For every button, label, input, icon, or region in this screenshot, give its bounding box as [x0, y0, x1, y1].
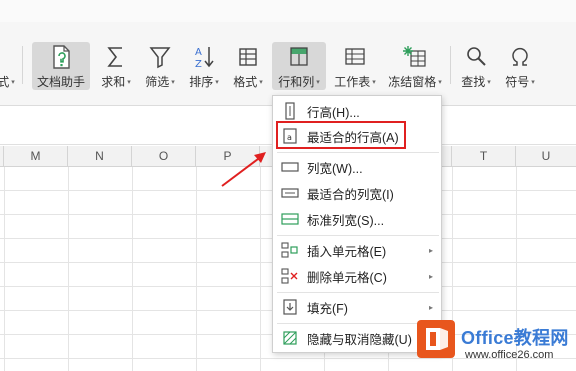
sum-button[interactable]: 求和 ▾ — [96, 42, 136, 90]
menu-item-column-width[interactable]: 列宽(W)... — [273, 154, 441, 180]
column-header-m[interactable]: M — [4, 146, 68, 167]
sort-button[interactable]: A Z 排序 ▾ — [184, 42, 224, 90]
filter-button[interactable]: 筛选 ▾ — [140, 42, 180, 90]
annotation-arrow-icon — [221, 152, 266, 187]
menu-item-label: 最适合的列宽(I) — [307, 187, 394, 202]
rows-and-columns-button[interactable]: 行和列 ▾ — [272, 42, 326, 90]
column-header-o[interactable]: O — [132, 146, 196, 167]
ribbon-button-label: 符号 — [505, 75, 530, 89]
format-button[interactable]: 格式 ▾ — [228, 42, 268, 90]
submenu-arrow-icon: ▸ — [428, 271, 433, 281]
document-assistant-icon — [53, 45, 70, 69]
insert-cells-icon — [281, 242, 298, 258]
ribbon-separator — [450, 46, 451, 84]
ribbon-button-label: 格式 — [233, 75, 258, 89]
ribbon-button-label: 求和 — [101, 75, 126, 89]
standard-column-width-icon — [281, 213, 299, 225]
partial-icon — [0, 44, 16, 70]
grid-col-line — [132, 167, 133, 371]
fill-icon — [283, 299, 297, 315]
ribbon-button-label: 排序 — [189, 75, 214, 89]
menu-item-label: 插入单元格(E) — [307, 244, 387, 259]
chevron-down-icon: ▾ — [127, 78, 131, 86]
sort-icon: A Z — [195, 47, 214, 70]
ribbon-separator — [22, 46, 23, 84]
ribbon-button-label: 行和列 — [278, 75, 315, 89]
menu-item-label: 标准列宽(S)... — [307, 213, 385, 228]
watermark: Office教程网 www.office26.com — [409, 318, 576, 371]
column-width-icon — [281, 162, 299, 172]
find-icon — [467, 47, 486, 66]
format-icon — [239, 48, 257, 66]
menu-item-label: 删除单元格(C) — [307, 270, 387, 285]
freeze-panes-button[interactable]: 冻结窗格 ▾ — [384, 42, 446, 90]
grid-col-line — [68, 167, 69, 371]
watermark-url: www.office26.com — [465, 349, 554, 361]
find-button[interactable]: 查找 ▾ — [456, 42, 496, 90]
rows-columns-icon — [290, 47, 308, 66]
ribbon-button-label: 工作表 — [334, 75, 371, 89]
annotation-highlight-box — [276, 121, 406, 149]
ribbon-button-partial[interactable]: 式 ▾ — [0, 42, 20, 90]
ribbon-button-label: 查找 — [461, 75, 486, 89]
ribbon-toolbar: 式 ▾ 文档助手 求和 ▾ 筛选 ▾ A Z 排序 ▾ 格式 ▾ 行和列 ▾ 工… — [0, 22, 576, 106]
chevron-down-icon: ▾ — [531, 78, 535, 86]
sum-icon — [107, 47, 122, 67]
worksheet-icon — [345, 48, 365, 65]
chevron-down-icon: ▾ — [487, 78, 491, 86]
row-height-icon — [285, 102, 295, 120]
chevron-down-icon: ▾ — [259, 78, 263, 86]
menu-item-standard-column-width[interactable]: 标准列宽(S)... — [273, 206, 441, 232]
menu-separator — [277, 292, 439, 293]
freeze-panes-icon — [403, 46, 426, 67]
ribbon-button-label: 冻结窗格 — [388, 75, 437, 89]
svg-text:A: A — [195, 47, 202, 58]
menu-item-auto-column-width[interactable]: 最适合的列宽(I) — [273, 180, 441, 206]
chevron-down-icon: ▾ — [215, 78, 219, 86]
grid-col-line — [196, 167, 197, 371]
menu-item-label: 行高(H)... — [307, 105, 360, 120]
menu-item-label: 列宽(W)... — [307, 161, 363, 176]
menu-item-fill[interactable]: 填充(F) ▸ — [273, 294, 441, 320]
menu-item-delete-cells[interactable]: 删除单元格(C) ▸ — [273, 263, 441, 289]
chevron-down-icon: ▾ — [438, 78, 442, 86]
menu-separator — [277, 235, 439, 236]
worksheet-button[interactable]: 工作表 ▾ — [330, 42, 380, 90]
document-assistant-button[interactable]: 文档助手 — [32, 42, 90, 90]
ribbon-button-label: 筛选 — [145, 75, 170, 89]
chevron-down-icon: ▾ — [316, 78, 320, 86]
menu-item-label: 填充(F) — [307, 301, 348, 316]
spreadsheet-window: 式 ▾ 文档助手 求和 ▾ 筛选 ▾ A Z 排序 ▾ 格式 ▾ 行和列 ▾ 工… — [0, 0, 576, 371]
chevron-down-icon: ▾ — [11, 78, 15, 86]
ribbon-button-label: 式 — [0, 75, 10, 89]
title-strip — [0, 0, 576, 22]
column-header-t[interactable]: T — [452, 146, 516, 167]
chevron-down-icon: ▾ — [372, 78, 376, 86]
submenu-arrow-icon: ▸ — [428, 302, 433, 312]
svg-text:Z: Z — [195, 59, 202, 70]
grid-col-line — [4, 167, 5, 371]
watermark-logo-icon — [417, 320, 455, 358]
delete-cells-icon — [281, 268, 298, 284]
watermark-title: Office教程网 — [461, 328, 569, 348]
ribbon-button-label: 文档助手 — [36, 75, 85, 89]
grid-col-line — [260, 167, 261, 371]
column-header-u[interactable]: U — [516, 146, 576, 167]
menu-separator — [277, 152, 439, 153]
menu-item-label: 隐藏与取消隐藏(U) — [307, 332, 412, 347]
hide-unhide-icon — [283, 331, 297, 345]
filter-icon — [149, 47, 171, 69]
menu-item-insert-cells[interactable]: 插入单元格(E) ▸ — [273, 237, 441, 263]
symbol-icon — [512, 47, 528, 66]
auto-column-width-icon — [281, 188, 299, 198]
symbol-button[interactable]: 符号 ▾ — [500, 42, 540, 90]
chevron-down-icon: ▾ — [171, 78, 175, 86]
submenu-arrow-icon: ▸ — [428, 245, 433, 255]
column-header-n[interactable]: N — [68, 146, 132, 167]
